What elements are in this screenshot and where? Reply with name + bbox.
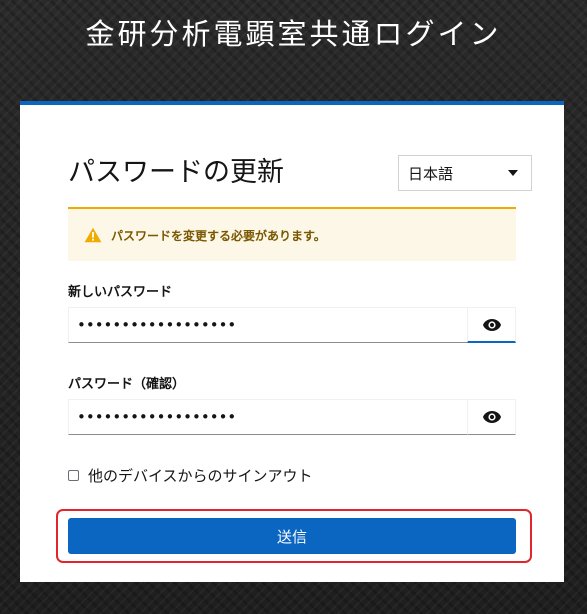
warning-alert: パスワードを変更する必要があります。 (68, 207, 516, 261)
new-password-group (68, 307, 516, 343)
logout-other-devices-label: 他のデバイスからのサインアウト (88, 467, 313, 485)
language-select[interactable]: 日本語 (398, 155, 532, 191)
language-selected-label: 日本語 (408, 164, 454, 183)
alert-message: パスワードを変更する必要があります。 (111, 228, 326, 243)
chevron-down-icon (508, 170, 518, 176)
logout-other-devices-checkbox[interactable] (68, 470, 79, 481)
page-title: 金研分析電顕室共通ログイン (85, 17, 502, 51)
new-password-label: 新しいパスワード (68, 285, 173, 300)
show-new-password-button[interactable] (467, 307, 516, 343)
confirm-password-group (68, 399, 516, 435)
confirm-password-label: パスワード（確認） (68, 377, 186, 392)
show-confirm-password-button[interactable] (467, 399, 516, 435)
eye-icon (482, 411, 501, 423)
password-update-card: パスワードの更新 日本語 パスワードを変更する必要があります。 新しいパスワード… (20, 101, 564, 582)
eye-icon (482, 318, 501, 331)
logout-other-devices-row[interactable]: 他のデバイスからのサインアウト (68, 465, 313, 486)
new-password-input[interactable] (68, 307, 467, 343)
submit-button[interactable]: 送信 (68, 518, 516, 554)
submit-highlight: 送信 (56, 509, 532, 563)
warning-triangle-icon (84, 227, 102, 243)
confirm-password-input[interactable] (68, 399, 467, 435)
form-heading: パスワードの更新 (68, 157, 284, 188)
